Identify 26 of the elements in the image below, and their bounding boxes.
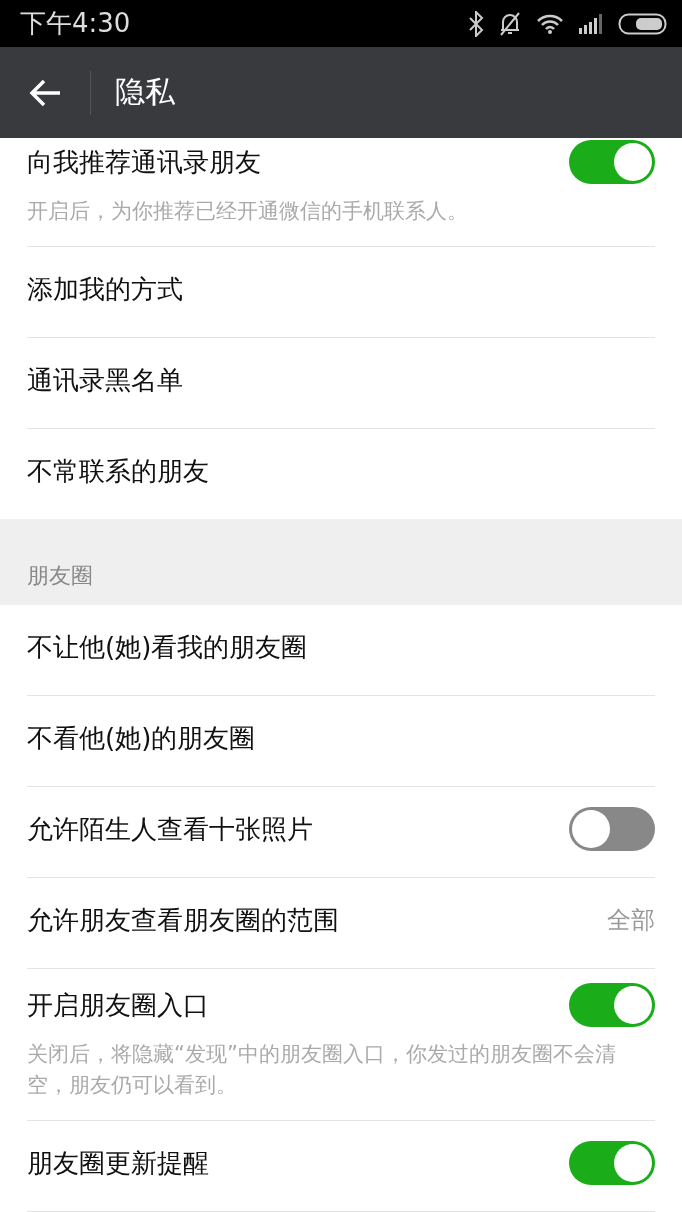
setting-description: 开启后，为你推荐已经开通微信的手机联系人。 [27,198,469,225]
setting-label[interactable]: 开启朋友圈入口 [27,987,209,1023]
setting-label[interactable]: 不让他(她)看我的朋友圈 [27,629,308,665]
setting-value: 全部 [607,905,655,937]
setting-label[interactable]: 向我推荐通讯录朋友 [27,144,261,180]
back-arrow-icon[interactable] [28,77,62,108]
setting-label[interactable]: 添加我的方式 [27,271,183,307]
toggle-switch[interactable] [569,1141,655,1186]
status-time: 下午4:30 [20,7,131,40]
setting-label[interactable]: 不看他(她)的朋友圈 [27,720,256,756]
bluetooth-icon [468,10,484,37]
setting-label[interactable]: 允许陌生人查看十张照片 [27,811,313,847]
setting-label[interactable]: 通讯录黑名单 [27,362,183,398]
page-title: 隐私 [115,73,175,111]
setting-label[interactable]: 不常联系的朋友 [27,453,209,489]
toggle-switch[interactable] [569,983,655,1028]
toggle-switch[interactable] [569,807,655,852]
signal-icon [578,12,604,35]
section-header: 朋友圈 [27,562,93,591]
wifi-icon [536,12,564,35]
setting-label[interactable]: 朋友圈更新提醒 [27,1145,209,1181]
setting-label[interactable]: 允许朋友查看朋友圈的范围 [27,902,339,938]
setting-description: 关闭后，将隐藏“发现”中的朋友圈入口，你发过的朋友圈不会清空，朋友仍可以看到。 [27,1041,617,1099]
bell-muted-icon [498,10,522,37]
toggle-switch[interactable] [569,140,655,184]
battery-icon [618,11,668,36]
